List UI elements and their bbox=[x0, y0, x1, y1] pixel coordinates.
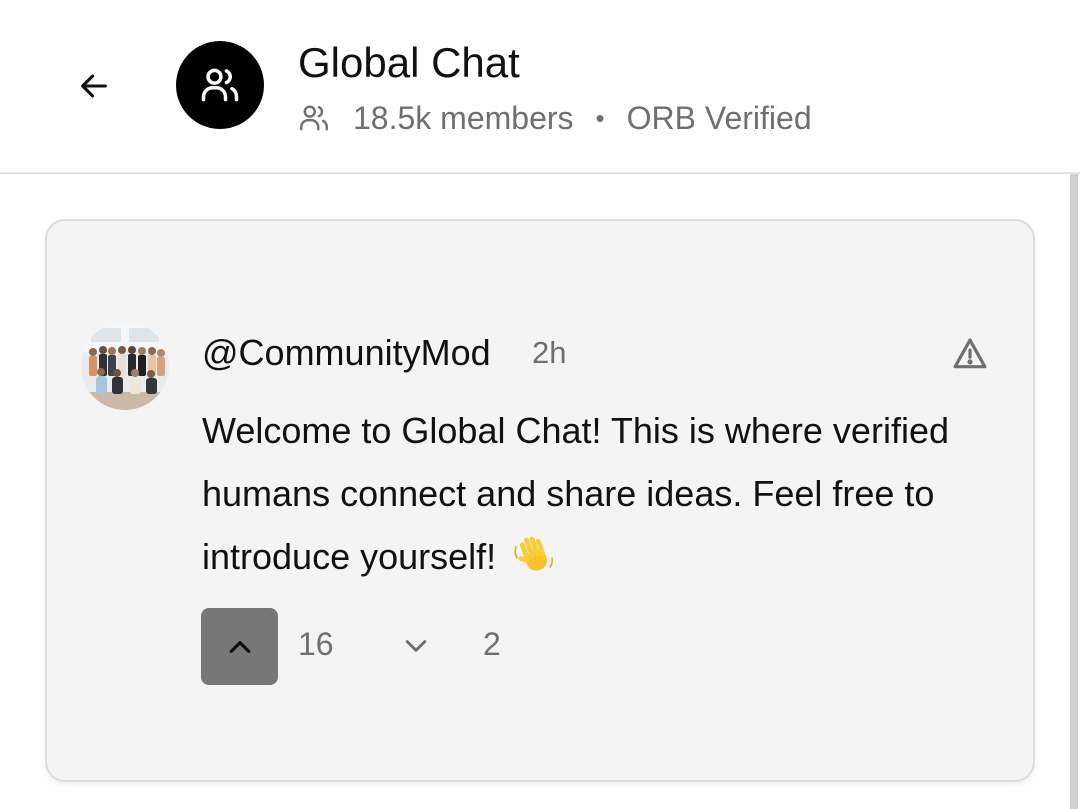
upvote-count: 16 bbox=[298, 626, 334, 662]
chevron-down-icon bbox=[405, 640, 427, 652]
waving-hand-emoji bbox=[512, 533, 556, 596]
message-timestamp: 2h bbox=[532, 335, 567, 370]
message-body: Welcome to Global Chat! This is where ve… bbox=[202, 399, 1022, 596]
message-text: Welcome to Global Chat! This is where ve… bbox=[202, 410, 949, 577]
verified-label: ORB Verified bbox=[626, 99, 812, 136]
chat-meta: 18.5k members • ORB Verified bbox=[297, 96, 812, 140]
back-button[interactable] bbox=[64, 56, 124, 116]
scrollbar-thumb[interactable] bbox=[1070, 174, 1078, 809]
chat-header: Global Chat 18.5k members • ORB Verified bbox=[0, 0, 1080, 174]
user-avatar[interactable] bbox=[81, 322, 169, 410]
group-photo-avatar bbox=[81, 322, 169, 410]
upvote-button[interactable] bbox=[201, 608, 278, 685]
users-icon bbox=[201, 68, 239, 102]
downvote-count: 2 bbox=[483, 626, 501, 662]
members-icon bbox=[297, 101, 331, 135]
meta-separator: • bbox=[595, 102, 605, 133]
chevron-up-icon bbox=[229, 640, 250, 653]
chat-title: Global Chat bbox=[298, 39, 520, 86]
report-button[interactable] bbox=[947, 331, 993, 377]
scrollbar[interactable] bbox=[1068, 174, 1080, 809]
arrow-left-icon bbox=[81, 74, 107, 98]
group-avatar[interactable] bbox=[176, 41, 264, 129]
message-username[interactable]: @CommunityMod bbox=[202, 329, 491, 377]
member-count: 18.5k members bbox=[353, 99, 574, 136]
message-card: @CommunityMod 2h Welcome to Global Chat!… bbox=[45, 219, 1035, 782]
downvote-button[interactable] bbox=[391, 621, 441, 671]
warning-triangle-icon bbox=[953, 338, 987, 369]
